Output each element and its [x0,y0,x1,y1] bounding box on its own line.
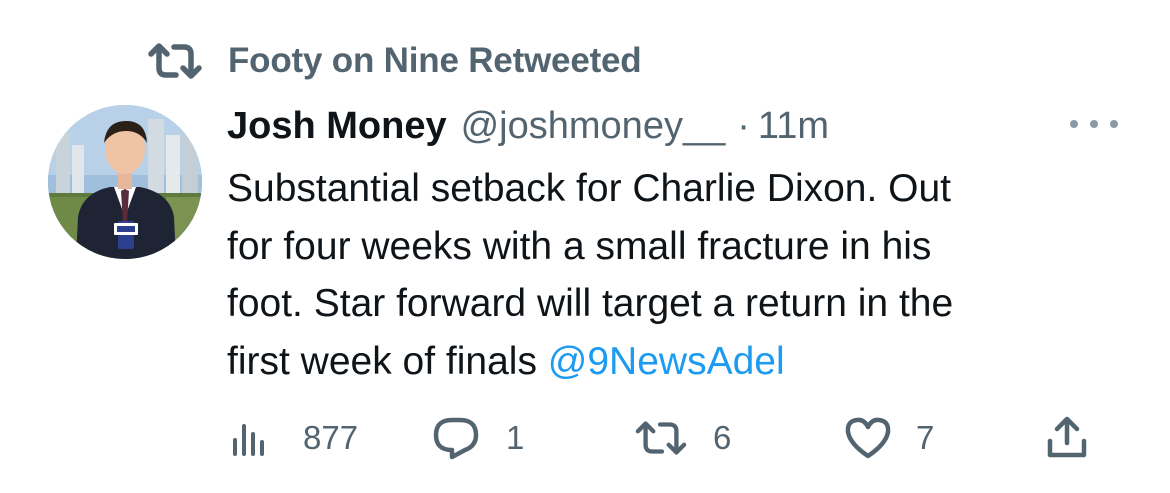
heart-icon [844,416,892,460]
tweet-header: Josh Money @joshmoney__ · 11m [227,100,829,152]
retweet-banner-text: Footy on Nine Retweeted [228,41,642,80]
reply-count: 1 [506,419,525,456]
separator-dot: · [737,104,750,147]
reply-button[interactable]: 1 [432,412,524,464]
retweet-icon [635,418,687,458]
more-dot [1070,120,1078,128]
retweet-button[interactable]: 6 [635,412,731,464]
tweet-actions: 877 1 6 7 [227,412,1107,464]
tweet-text-line: foot. Star forward will target a return … [227,282,954,325]
share-button[interactable] [1045,412,1089,464]
mention-link[interactable]: @9NewsAdel [548,340,785,383]
reply-icon [432,414,480,462]
share-icon [1045,415,1089,461]
views-count: 877 [303,419,359,456]
more-dot [1110,120,1118,128]
tweet-text-line: first week of finals @9NewsAdel [227,333,1127,391]
retweet-icon [148,39,202,83]
like-count: 7 [916,419,935,456]
avatar[interactable] [48,105,202,259]
author-handle[interactable]: @joshmoney__ [461,105,726,148]
tweet-timestamp[interactable]: 11m [758,105,829,148]
tweet-text-line: for four weeks with a small fracture in … [227,224,932,268]
tweet-text-line: Substantial setback for Charlie Dixon. O… [227,167,952,210]
more-options-icon[interactable] [1070,112,1118,136]
analytics-icon [227,416,271,460]
retweet-count: 6 [713,419,732,456]
like-button[interactable]: 7 [844,412,934,464]
retweet-banner[interactable]: Footy on Nine Retweeted [148,38,642,84]
author-name[interactable]: Josh Money [227,105,447,148]
views-button[interactable]: 877 [227,412,358,464]
tweet-text-segment: first week of finals [227,339,548,383]
more-dot [1090,120,1098,128]
tweet-text: Substantial setback for Charlie Dixon. O… [227,160,1127,390]
